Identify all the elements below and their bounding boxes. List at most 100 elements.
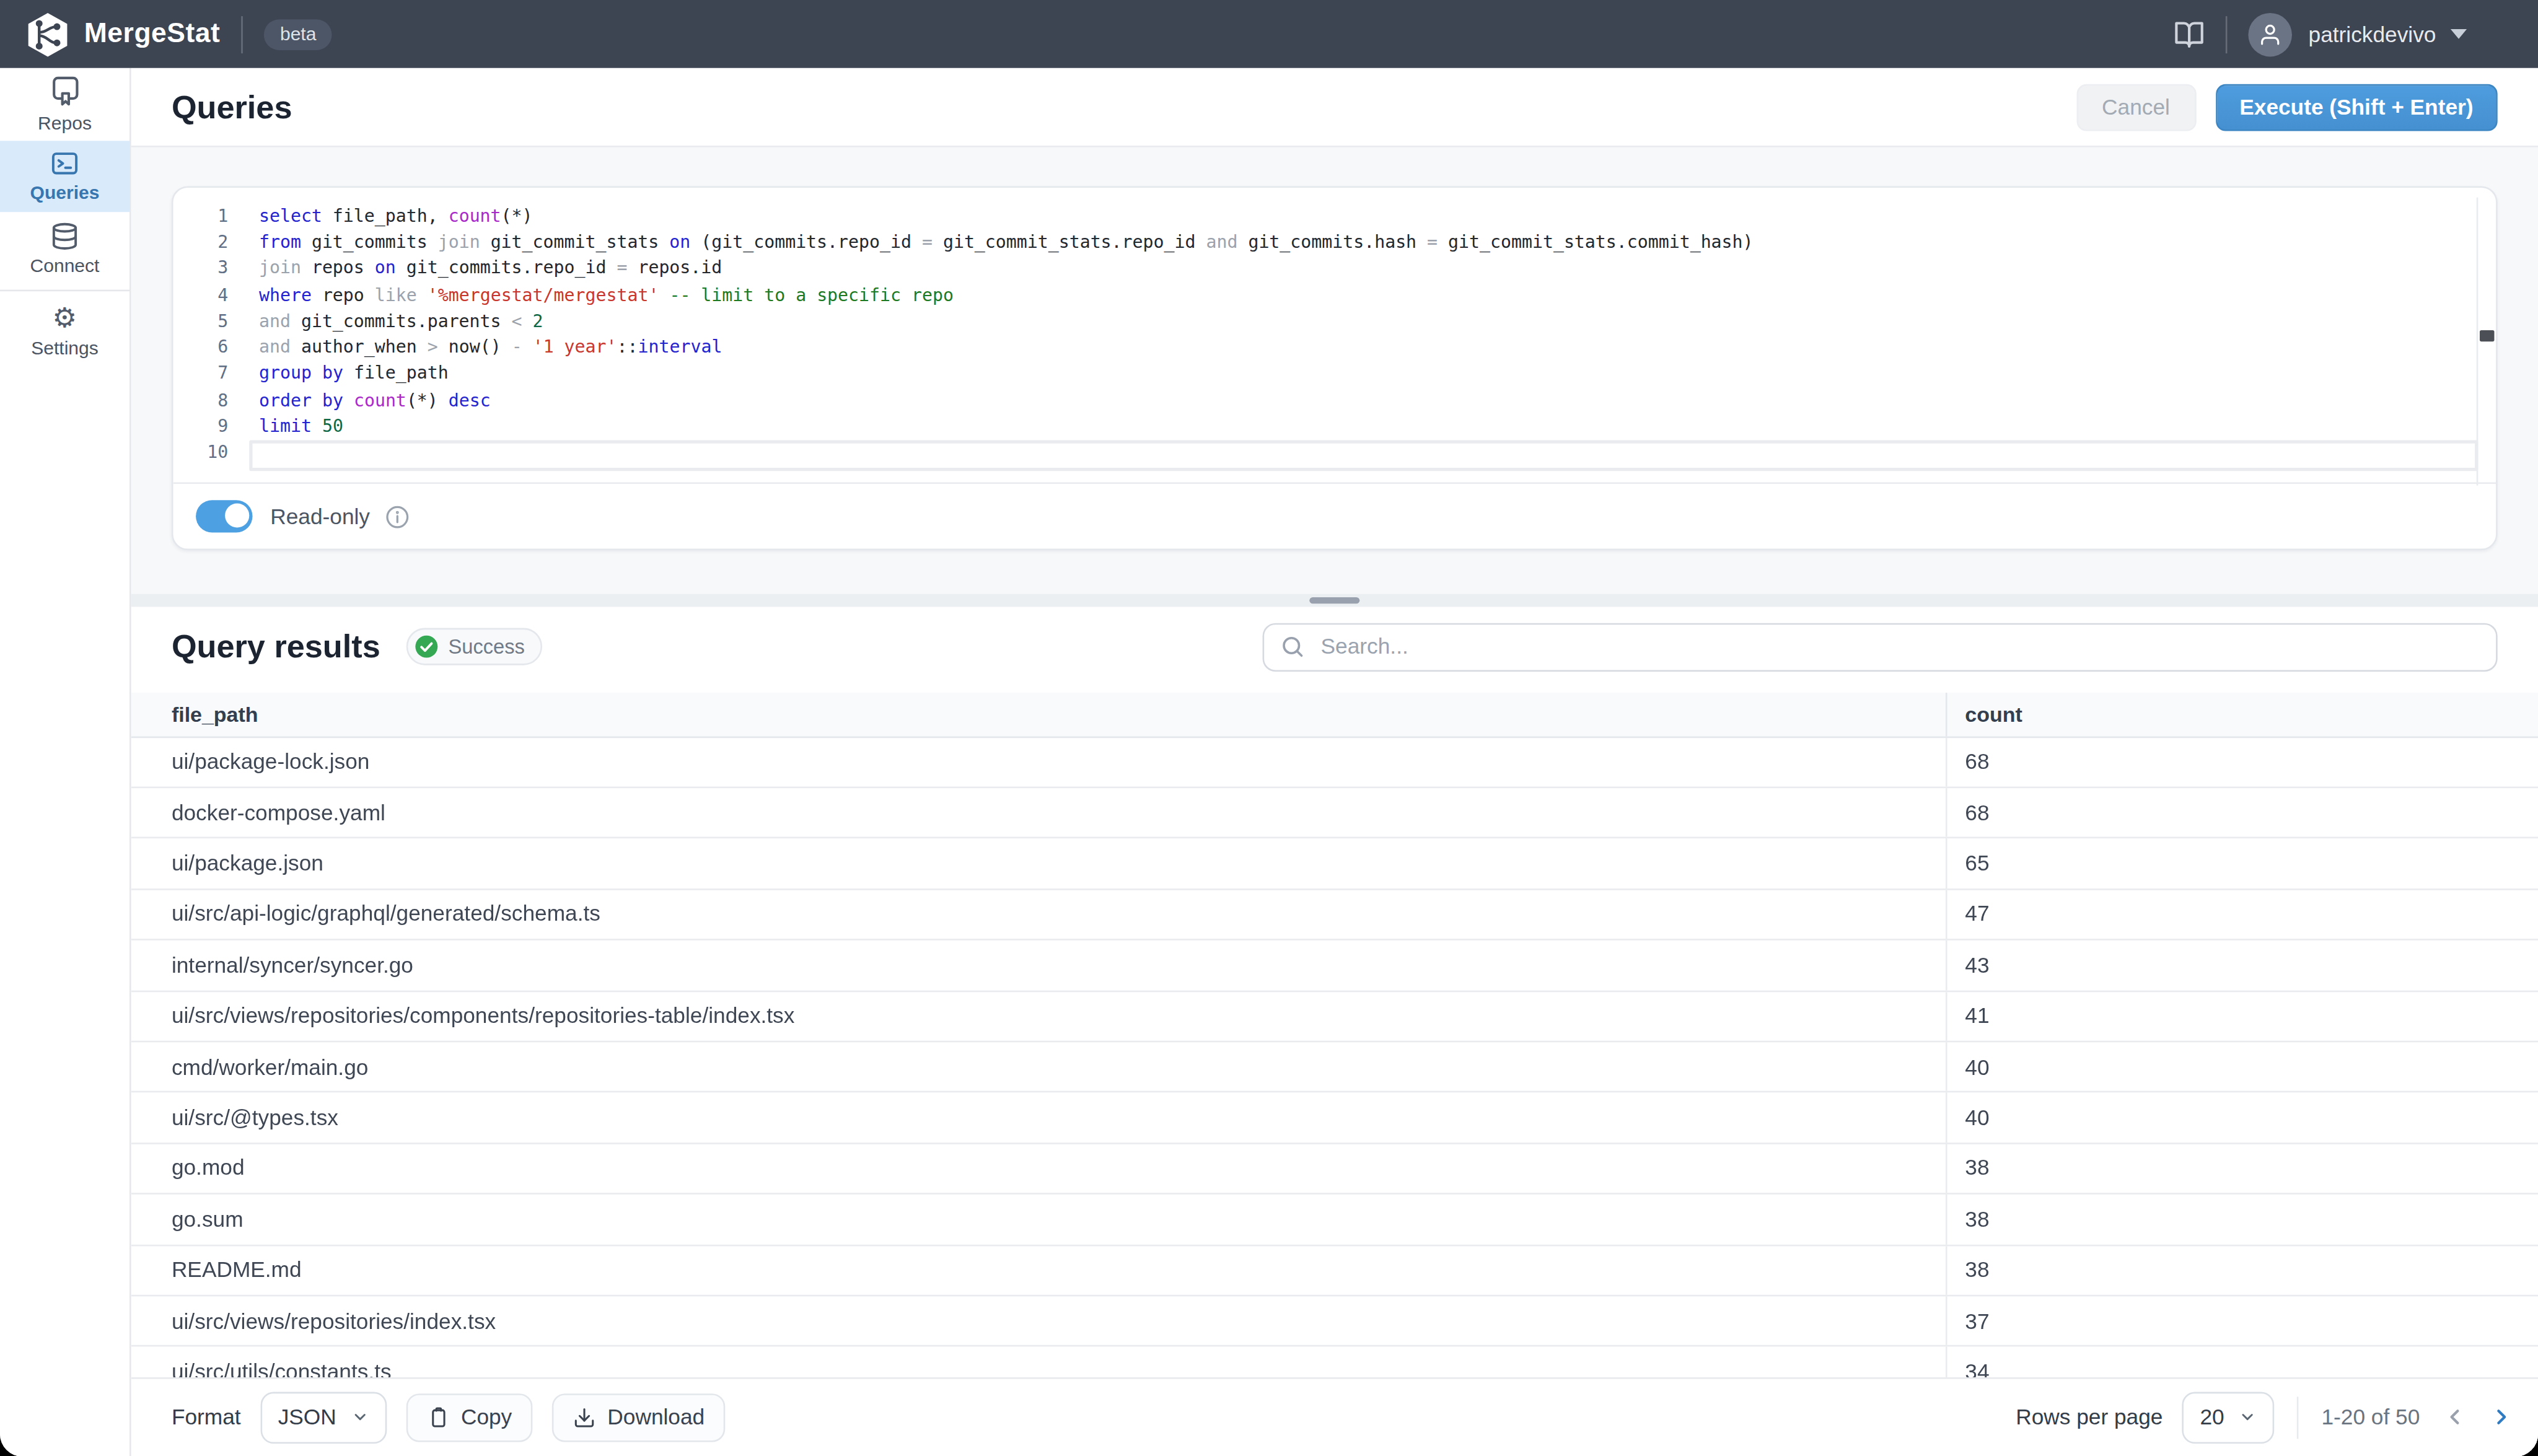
column-header-file-path[interactable]: file_path xyxy=(131,693,1946,735)
sidebar-divider xyxy=(0,289,130,291)
format-select[interactable]: JSON xyxy=(260,1392,387,1444)
page-header: Queries Cancel Execute (Shift + Enter) xyxy=(131,68,2538,147)
table-row[interactable]: ui/src/api-logic/graphql/generated/schem… xyxy=(131,890,2538,941)
table-row[interactable]: ui/package.json65 xyxy=(131,839,2538,890)
code-area[interactable]: 1select file_path, count(*)2 from git_com… xyxy=(173,203,2464,467)
line-number: 7 xyxy=(173,363,229,384)
cell-file-path: ui/package.json xyxy=(131,839,1946,888)
format-label: Format xyxy=(172,1405,241,1429)
code-line[interactable]: 2 from git_commits join git_commit_stats … xyxy=(173,229,2464,255)
column-header-count[interactable]: count xyxy=(1946,693,2538,735)
username[interactable]: patrickdevivo xyxy=(2309,22,2436,46)
sidebar-item-label: Queries xyxy=(30,183,100,203)
cell-count: 40 xyxy=(1946,1042,2538,1091)
info-icon[interactable] xyxy=(385,504,409,528)
gear-icon: ⚙ xyxy=(53,305,77,334)
cell-file-path: go.mod xyxy=(131,1144,1946,1193)
cell-file-path: ui/src/api-logic/graphql/generated/schem… xyxy=(131,890,1946,939)
sidebar-item-connect[interactable]: Connect xyxy=(0,212,130,284)
line-number: 9 xyxy=(173,416,229,437)
table-row[interactable]: ui/src/@types.tsx40 xyxy=(131,1093,2538,1144)
next-page-button[interactable] xyxy=(2490,1405,2514,1429)
chevron-right-icon xyxy=(2490,1405,2514,1429)
cell-file-path: ui/src/views/repositories/index.tsx xyxy=(131,1296,1946,1345)
docs-book-icon[interactable] xyxy=(2174,19,2205,50)
code-text: limit 50 xyxy=(259,416,343,437)
download-button[interactable]: Download xyxy=(553,1393,726,1441)
code-line[interactable]: 8order by count(*) desc xyxy=(173,387,2464,414)
line-number: 6 xyxy=(173,337,229,358)
read-only-label: Read-only xyxy=(270,504,370,528)
terminal-icon xyxy=(50,149,79,178)
table-row[interactable]: docker-compose.yaml68 xyxy=(131,788,2538,839)
code-text: order by count(*) desc xyxy=(259,390,491,411)
cell-file-path: docker-compose.yaml xyxy=(131,788,1946,837)
line-number: 1 xyxy=(173,205,229,226)
user-menu-caret-icon[interactable] xyxy=(2451,29,2467,39)
chevron-down-icon xyxy=(351,1408,369,1426)
sidebar-item-settings[interactable]: ⚙ Settings xyxy=(0,296,130,367)
search-box xyxy=(1263,623,2498,672)
main-panel: Queries Cancel Execute (Shift + Enter) 1… xyxy=(131,68,2538,1456)
sidebar-item-label: Settings xyxy=(31,339,99,358)
table-row[interactable]: cmd/worker/main.go40 xyxy=(131,1042,2538,1093)
topbar: MergeStat beta patrickdevivo xyxy=(0,0,2538,68)
rows-per-page-value: 20 xyxy=(2200,1405,2224,1429)
rows-per-page-label: Rows per page xyxy=(2016,1405,2163,1429)
rows-per-page-select[interactable]: 20 xyxy=(2182,1392,2275,1444)
results-header: Query results Success xyxy=(172,622,2498,672)
brand-title: MergeStat xyxy=(84,18,220,50)
code-text: group by file_path xyxy=(259,363,449,384)
previous-page-button[interactable] xyxy=(2443,1405,2467,1429)
results-footer: Format JSON Copy xyxy=(131,1377,2538,1456)
code-text: from git_commits join git_commit_stats o… xyxy=(259,231,1754,252)
table-row[interactable]: go.mod38 xyxy=(131,1144,2538,1195)
editor-scrollbar-thumb[interactable] xyxy=(2479,330,2495,341)
mergestat-logo-icon[interactable] xyxy=(26,11,70,58)
table-row[interactable]: ui/package-lock.json68 xyxy=(131,737,2538,788)
execute-button[interactable]: Execute (Shift + Enter) xyxy=(2215,84,2498,131)
code-line[interactable]: 5and git_commits.parents < 2 xyxy=(173,308,2464,335)
database-icon xyxy=(50,221,79,250)
cell-count: 38 xyxy=(1946,1195,2538,1243)
sidebar-item-label: Connect xyxy=(30,255,100,274)
cell-count: 40 xyxy=(1946,1093,2538,1142)
repo-icon xyxy=(50,75,81,109)
panel-resize-handle[interactable] xyxy=(1309,597,1359,604)
sidebar-item-repos[interactable]: Repos xyxy=(0,68,130,140)
line-number: 2 xyxy=(173,231,229,252)
footer-divider xyxy=(2297,1397,2299,1439)
sidebar-item-queries[interactable]: Queries xyxy=(0,140,130,212)
cancel-button[interactable]: Cancel xyxy=(2076,84,2195,131)
table-row[interactable]: ui/src/views/repositories/components/rep… xyxy=(131,991,2538,1042)
search-input[interactable] xyxy=(1317,633,2480,660)
table-header: file_path count xyxy=(131,693,2538,737)
cursor-line xyxy=(249,441,2478,470)
table-row[interactable]: ui/src/views/repositories/index.tsx37 xyxy=(131,1296,2538,1347)
sidebar-item-label: Repos xyxy=(38,114,92,133)
table-row[interactable]: internal/syncer/syncer.go43 xyxy=(131,941,2538,991)
code-line[interactable]: 3join repos on git_commits.repo_id = rep… xyxy=(173,255,2464,282)
code-line[interactable]: 7 group by file_path xyxy=(173,361,2464,387)
cell-file-path: cmd/worker/main.go xyxy=(131,1042,1946,1091)
cell-count: 37 xyxy=(1946,1296,2538,1345)
panel-resize-strip xyxy=(131,594,2538,607)
line-number: 5 xyxy=(173,310,229,331)
topbar-divider-2 xyxy=(2226,15,2228,53)
code-line[interactable]: 1select file_path, count(*) xyxy=(173,203,2464,229)
query-results-panel: Query results Success fil xyxy=(131,607,2538,1456)
results-title: Query results xyxy=(172,628,380,665)
status-badge: Success xyxy=(406,628,543,665)
code-line[interactable]: 4where repo like '%mergestat/mergestat' … xyxy=(173,281,2464,308)
avatar[interactable] xyxy=(2249,12,2293,56)
search-icon xyxy=(1280,635,1304,659)
table-row[interactable]: go.sum38 xyxy=(131,1195,2538,1245)
beta-badge: beta xyxy=(264,19,333,50)
read-only-toggle[interactable] xyxy=(196,501,252,532)
copy-button[interactable]: Copy xyxy=(406,1393,533,1441)
sql-editor[interactable]: 1select file_path, count(*)2 from git_com… xyxy=(172,186,2498,550)
code-line[interactable]: 9 limit 50 xyxy=(173,413,2464,440)
code-line[interactable]: 6and author_when > now() - '1 year'::int… xyxy=(173,334,2464,361)
table-row[interactable]: README.md38 xyxy=(131,1245,2538,1296)
download-button-label: Download xyxy=(607,1405,705,1429)
